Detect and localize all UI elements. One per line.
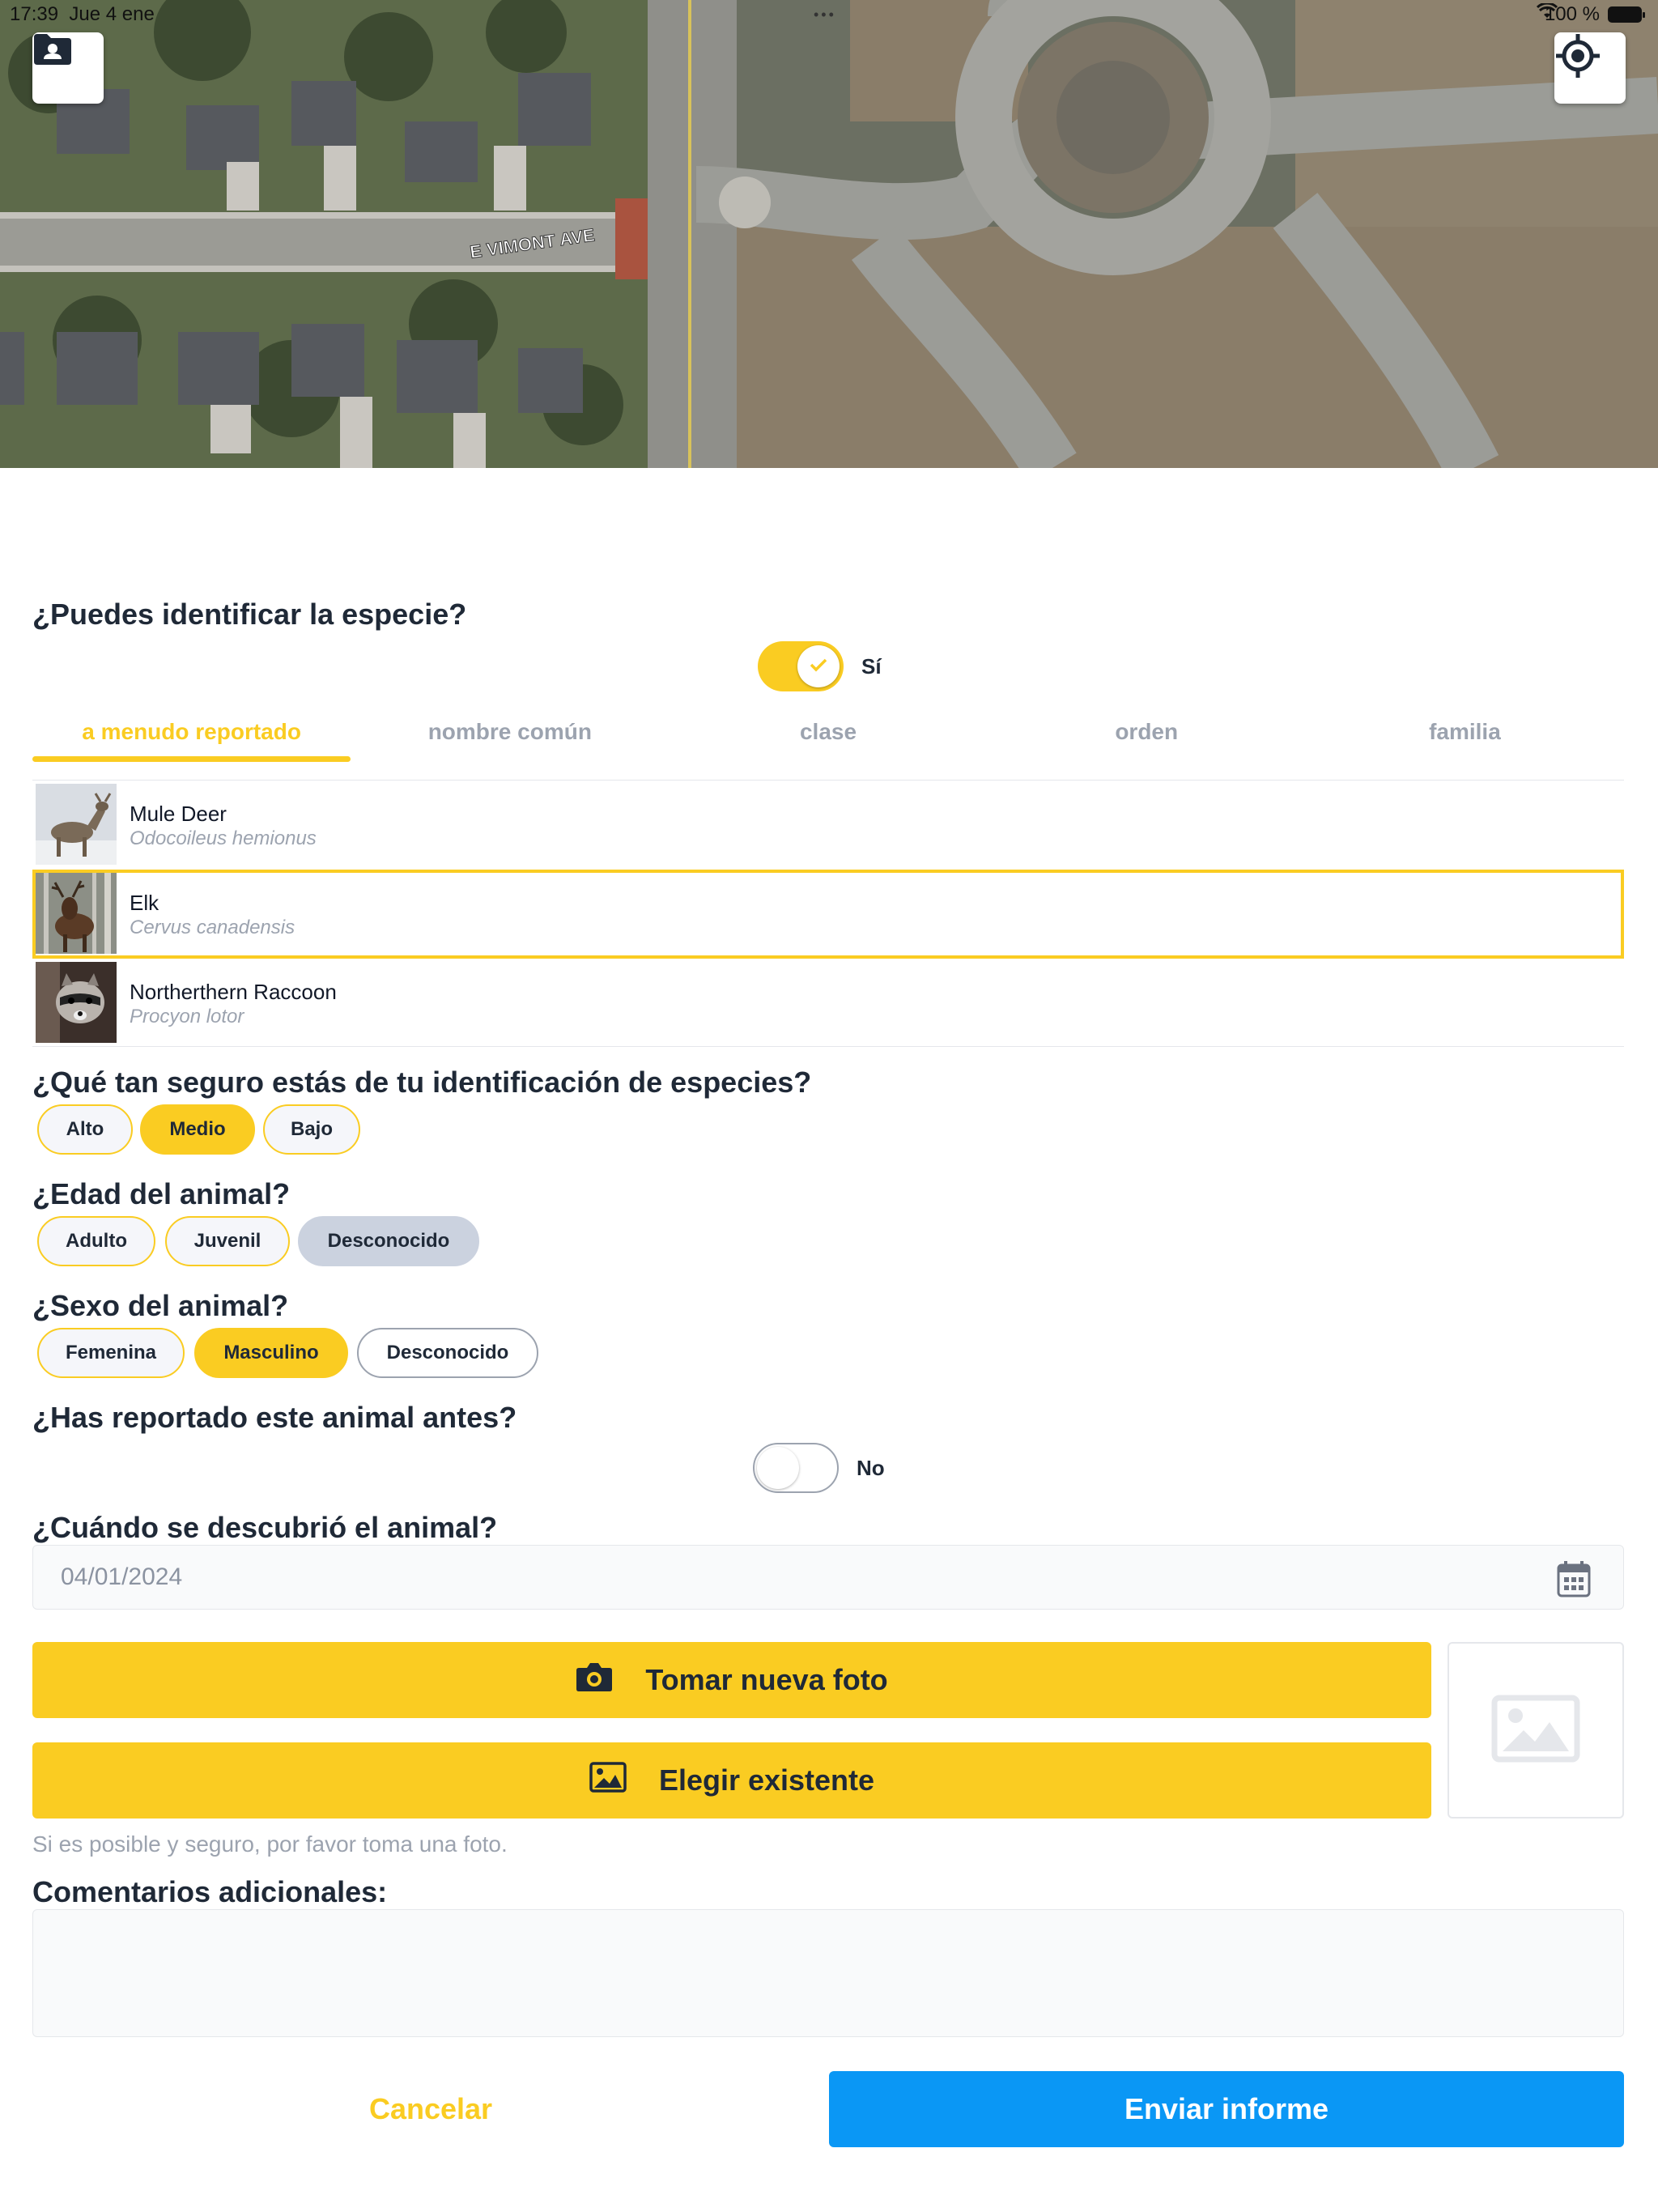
photo-preview[interactable] <box>1448 1642 1624 1819</box>
locate-me-button[interactable] <box>1554 32 1626 104</box>
discovered-date-field[interactable]: 04/01/2024 <box>32 1545 1624 1610</box>
sex-option-female[interactable]: Femenina <box>37 1328 185 1378</box>
choose-existing-button[interactable]: Elegir existente <box>32 1742 1431 1819</box>
comments-label: Comentarios adicionales: <box>32 1875 388 1908</box>
comments-input[interactable] <box>32 1909 1624 2037</box>
sex-question: ¿Sexo del animal? <box>32 1289 289 1322</box>
confidence-option-high[interactable]: Alto <box>37 1104 133 1155</box>
age-option-unknown[interactable]: Desconocido <box>298 1216 479 1266</box>
map-view[interactable]: E VIMONT AVE 17:39 Jue 4 ene ••• 100 % <box>0 0 1658 468</box>
multitask-dots[interactable]: ••• <box>814 6 836 23</box>
species-common-name: Elk <box>130 891 159 915</box>
satellite-map: E VIMONT AVE <box>0 0 1658 468</box>
raccoon-photo <box>36 962 117 1043</box>
photo-hint: Si es posible y seguro, por favor toma u… <box>32 1831 508 1857</box>
submit-report-button[interactable]: Enviar informe <box>829 2071 1624 2147</box>
toggle-knob <box>797 645 840 687</box>
tab-common-name[interactable]: nombre común <box>351 703 669 780</box>
reported-before-toggle-label: No <box>857 1456 885 1480</box>
take-photo-button[interactable]: Tomar nueva foto <box>32 1642 1431 1718</box>
image-icon <box>589 1761 627 1800</box>
tab-class[interactable]: clase <box>669 703 987 780</box>
discovered-question: ¿Cuándo se descubrió el animal? <box>32 1511 498 1544</box>
date-value: 04/01/2024 <box>61 1563 183 1590</box>
species-common-name: Mule Deer <box>130 802 227 826</box>
species-search-tabs: a menudo reportado nombre común clase or… <box>32 703 1624 781</box>
battery-icon <box>1608 6 1645 23</box>
identify-toggle-label: Sí <box>861 654 882 678</box>
elk-photo <box>36 873 117 954</box>
reported-before-toggle[interactable] <box>753 1443 839 1493</box>
reported-before-question: ¿Has reportado este animal antes? <box>32 1401 517 1434</box>
confidence-option-low[interactable]: Bajo <box>263 1104 360 1155</box>
tab-often-reported[interactable]: a menudo reportado <box>32 703 351 780</box>
species-scientific-name: Cervus canadensis <box>130 917 295 938</box>
image-placeholder-icon <box>1491 1695 1580 1767</box>
cancel-button[interactable]: Cancelar <box>32 2071 829 2147</box>
status-time: 17:39 <box>10 3 59 25</box>
age-question: ¿Edad del animal? <box>32 1177 291 1210</box>
species-scientific-name: Odocoileus hemionus <box>130 827 317 849</box>
mule-deer-photo <box>36 784 117 865</box>
species-scientific-name: Procyon lotor <box>130 1006 244 1027</box>
species-item-mule-deer[interactable]: Mule Deer Odocoileus hemionus <box>32 781 1624 870</box>
choose-existing-label: Elegir existente <box>658 1763 875 1797</box>
take-photo-label: Tomar nueva foto <box>645 1663 888 1696</box>
confidence-question: ¿Qué tan seguro estás de tu identificaci… <box>32 1066 812 1099</box>
age-option-adult[interactable]: Adulto <box>37 1216 155 1266</box>
species-item-raccoon[interactable]: Northerthern Raccoon Procyon lotor <box>32 959 1624 1048</box>
status-time-date: 17:39 Jue 4 ene <box>10 3 155 26</box>
sex-option-unknown[interactable]: Desconocido <box>357 1328 538 1378</box>
species-common-name: Northerthern Raccoon <box>130 980 337 1004</box>
identify-species-toggle[interactable] <box>758 641 844 691</box>
species-item-elk[interactable]: Elk Cervus canadensis <box>32 870 1624 959</box>
contacts-folder-button[interactable] <box>32 32 104 104</box>
toggle-knob <box>757 1447 799 1489</box>
identify-species-question: ¿Puedes identificar la especie? <box>32 598 467 631</box>
age-option-juvenile[interactable]: Juvenil <box>165 1216 290 1266</box>
status-indicators: 100 % <box>1536 3 1645 26</box>
confidence-option-medium[interactable]: Medio <box>140 1104 255 1155</box>
check-icon <box>810 657 827 676</box>
tab-order[interactable]: orden <box>988 703 1306 780</box>
status-date: Jue 4 ene <box>69 3 155 25</box>
tab-family[interactable]: familia <box>1306 703 1624 780</box>
calendar-icon[interactable] <box>1557 1560 1591 1602</box>
divider <box>32 1046 1624 1047</box>
camera-icon <box>576 1661 613 1699</box>
sex-option-male[interactable]: Masculino <box>194 1328 348 1378</box>
